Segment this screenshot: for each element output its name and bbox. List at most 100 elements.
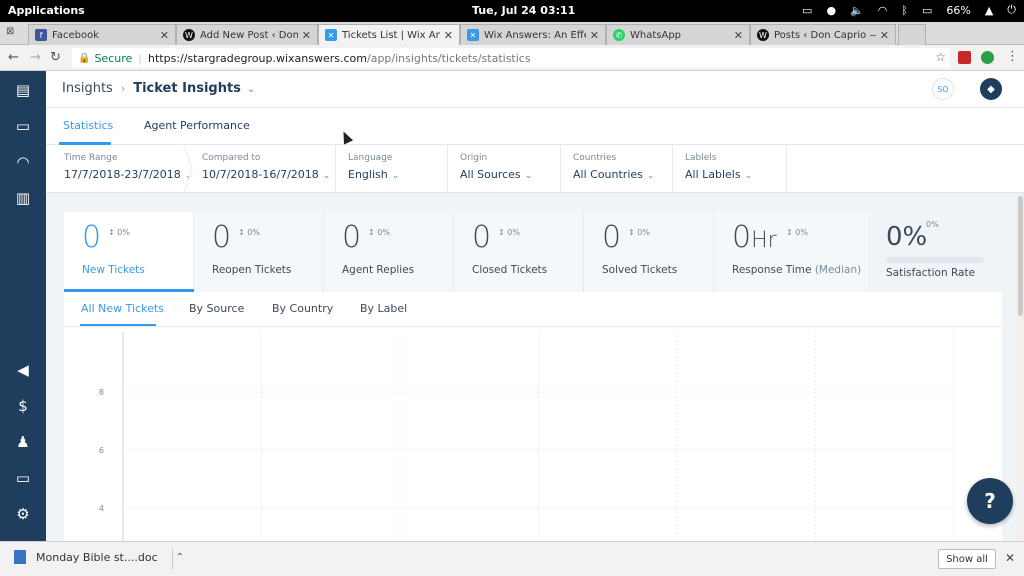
battery-percent: 66% [946,3,971,17]
filter-compared-to[interactable]: Compared to 10/7/2018-16/7/2018 ⌄ [202,145,330,193]
browser-tab-posts[interactable]: W Posts ‹ Don Caprio — W ✕ [750,24,896,45]
applications-menu[interactable]: Applications [8,4,85,17]
browser-tab-facebook[interactable]: f Facebook ✕ [28,24,176,45]
filters-bar: Time Range 17/7/2018-23/7/2018 ⌄ Compared… [46,144,1024,194]
os-top-bar: Applications Tue, Jul 24 03:11 ▭ ● 🔈 ◠ ᛒ… [0,0,1024,22]
chevron-down-icon: ⌄ [322,171,331,181]
filter-language[interactable]: Language English ⌄ [348,145,399,193]
grammarly-icon[interactable] [981,51,994,64]
insights-tabs: Statistics Agent Performance [46,108,1024,145]
filter-value: 17/7/2018-23/7/2018 ⌄ [64,168,193,181]
new-tab-button[interactable] [898,24,926,45]
tab-agent-performance[interactable]: Agent Performance [144,119,250,132]
browser-tab-tickets-list[interactable]: ✕ Tickets List | Wix Answe ✕ [318,24,460,45]
filter-divider [183,144,193,194]
chevron-down-icon: ⌄ [391,171,400,181]
forward-icon[interactable]: → [30,50,41,65]
stat-value: 0 [602,220,622,255]
close-icon[interactable]: ✕ [444,29,453,42]
battery-icon[interactable]: ▭ [922,4,932,17]
tickets-icon[interactable]: ▤ [14,81,32,99]
screen-icon[interactable]: ▭ [802,4,812,17]
chart-tabs-divider [64,326,1002,327]
megaphone-icon[interactable]: ◀ [14,361,32,379]
close-icon[interactable]: ✕ [590,29,599,42]
stat-label: Solved Tickets [602,264,678,276]
url-field[interactable]: 🔒 Secure | https://stargradegroup.wixans… [72,48,950,68]
filter-label: Countries [573,153,617,163]
system-clock[interactable]: Tue, Jul 24 03:11 [472,4,575,17]
back-icon[interactable]: ← [8,50,19,65]
chart-tab-all-new-tickets[interactable]: All New Tickets [81,302,164,315]
bell-icon[interactable]: ▲ [985,4,993,17]
gear-icon[interactable]: ⚙ [14,505,32,523]
filter-divider [335,145,336,193]
browser-tab-add-new-post[interactable]: W Add New Post ‹ Don Cap ✕ [176,24,318,45]
stat-solved-tickets[interactable]: 0 ↕ 0% Solved Tickets [584,212,714,292]
close-icon[interactable]: ✕ [302,29,311,42]
headset-icon[interactable]: ◠ [14,153,32,171]
browser-tab-bar: ⊠ f Facebook ✕ W Add New Post ‹ Don Cap … [0,22,1024,45]
chart-tab-by-source[interactable]: By Source [189,302,244,315]
tickets-line-chart: 8 6 4 [99,332,955,541]
bookmark-star-icon[interactable]: ☆ [935,50,946,64]
satisfaction-bar [886,257,984,263]
stat-agent-replies[interactable]: 0 ↕ 0% Agent Replies [324,212,454,292]
chart-tab-by-country[interactable]: By Country [272,302,333,315]
stat-closed-tickets[interactable]: 0 ↕ 0% Closed Tickets [454,212,584,292]
reload-icon[interactable]: ↻ [50,50,61,65]
breadcrumb-ticket-insights[interactable]: Ticket Insights [133,81,241,96]
download-item[interactable]: Monday Bible st....doc ⌃ [14,550,184,564]
wordpress-icon: W [757,29,769,41]
close-icon[interactable]: ✕ [880,29,889,42]
close-icon[interactable]: ✕ [160,29,169,42]
bluetooth-icon[interactable]: ᛒ [901,4,908,17]
show-all-button[interactable]: Show all [938,549,996,569]
power-icon[interactable]: ⏻ [1007,3,1016,17]
extension-icon[interactable] [958,51,971,64]
stat-value: 0 [82,220,102,255]
breadcrumb-insights[interactable]: Insights [62,81,113,96]
system-tray: ▭ ● 🔈 ◠ ᛒ ▭ 66% ▲ ⏻ [802,3,1016,17]
notifications-bell-icon[interactable]: ◆ [980,78,1002,100]
filter-origin[interactable]: Origin All Sources ⌄ [460,145,532,193]
chevron-down-icon[interactable]: ⌄ [247,84,255,95]
stat-response-time[interactable]: 0Hr ↕ 0% Response Time (Median) [714,212,868,292]
help-button[interactable]: ? [967,478,1013,524]
insights-icon[interactable]: ▥ [14,189,32,207]
satisfaction-change: 0% [926,220,939,229]
close-icon[interactable]: ⊠ [6,26,14,37]
chart-tab-by-label[interactable]: By Label [360,302,407,315]
dollar-icon[interactable]: $ [14,397,32,415]
filter-time-range[interactable]: Time Range 17/7/2018-23/7/2018 ⌄ [64,145,192,193]
chevron-up-icon[interactable]: ⌃ [176,552,184,563]
browser-menu-icon[interactable]: ⋮ [1006,49,1019,64]
wifi-icon[interactable]: ◠ [878,4,888,17]
stat-change: ↕ 0% [238,228,260,237]
filter-label: Compared to [202,153,261,163]
y-tick-label: 6 [99,446,104,455]
add-user-icon[interactable]: ♟ [14,433,32,451]
avatar[interactable]: SO [932,78,954,100]
browser-tab-whatsapp[interactable]: ✆ WhatsApp ✕ [606,24,750,45]
downloads-bar: Monday Bible st....doc ⌃ Show all ✕ [0,541,1024,576]
stat-new-tickets[interactable]: 0 ↕ 0% New Tickets [64,212,194,292]
stat-label: New Tickets [82,264,145,276]
document-icon [14,550,26,564]
chart-panel: All New Tickets By Source By Country By … [64,292,1002,541]
downloads-divider [172,548,173,570]
close-icon[interactable]: ✕ [734,29,743,42]
close-icon[interactable]: ✕ [1005,551,1015,565]
filter-value: 10/7/2018-16/7/2018 ⌄ [202,168,331,181]
stat-reopen-tickets[interactable]: 0 ↕ 0% Reopen Tickets [194,212,324,292]
filter-labels[interactable]: Lablels All Lablels ⌄ [685,145,752,193]
scrollbar-thumb[interactable] [1018,196,1023,316]
volume-icon[interactable]: 🔈 [850,4,864,17]
monitor-icon[interactable]: ▭ [14,469,32,487]
notification-app-icon[interactable]: ● [826,4,836,17]
filter-countries[interactable]: Countries All Countries ⌄ [573,145,654,193]
chat-icon[interactable]: ▭ [14,117,32,135]
tab-statistics[interactable]: Statistics [63,119,113,132]
browser-tab-wix-answers[interactable]: ✕ Wix Answers: An Effecti ✕ [460,24,606,45]
stat-label: Reopen Tickets [212,264,292,276]
